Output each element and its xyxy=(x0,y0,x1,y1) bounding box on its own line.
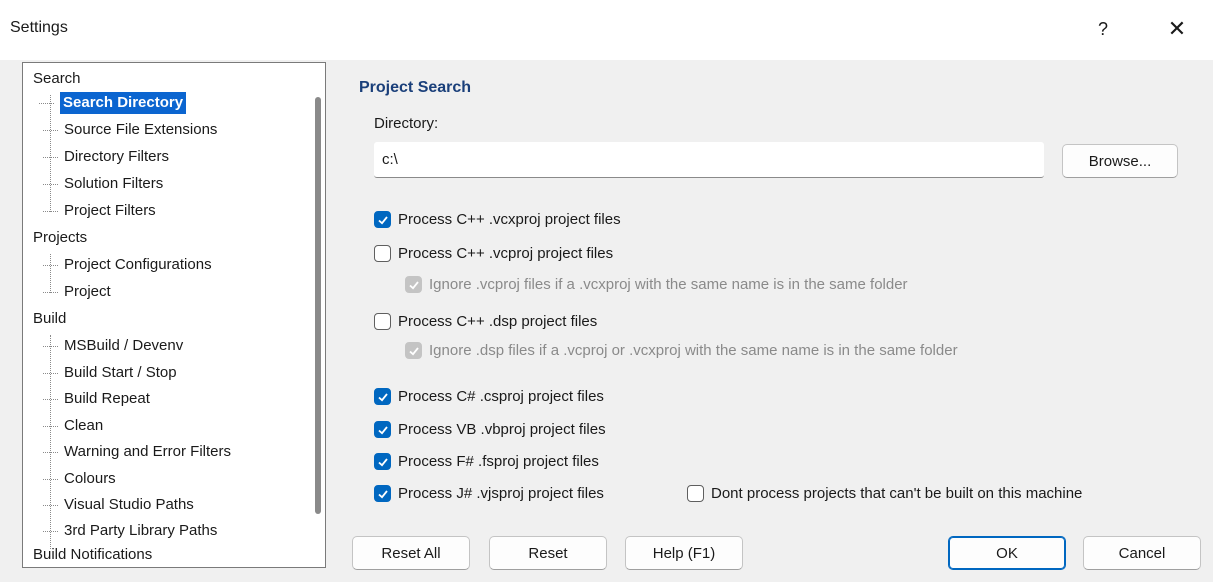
checkbox-checked[interactable] xyxy=(374,421,391,438)
option-ignore-dsp: Ignore .dsp files if a .vcproj or .vcxpr… xyxy=(405,342,958,359)
section-title: Project Search xyxy=(359,79,472,96)
checkbox-checked[interactable] xyxy=(374,453,391,470)
directory-label: Directory: xyxy=(374,115,439,132)
settings-dialog: Settings ? ✕ Search Search Directory Sou… xyxy=(0,0,1213,582)
tree-guide-line xyxy=(50,95,51,212)
option-vcproj[interactable]: Process C++ .vcproj project files xyxy=(374,245,613,262)
tree-item-warning-error-filters[interactable]: Warning and Error Filters xyxy=(43,441,231,463)
option-vbproj[interactable]: Process VB .vbproj project files xyxy=(374,421,606,438)
option-vjsproj[interactable]: Process J# .vjsproj project files xyxy=(374,485,604,502)
tree-item-clean[interactable]: Clean xyxy=(43,415,103,437)
checkbox-checked[interactable] xyxy=(374,485,391,502)
checkbox-unchecked[interactable] xyxy=(687,485,704,502)
option-dsp[interactable]: Process C++ .dsp project files xyxy=(374,313,597,330)
checkbox-checked[interactable] xyxy=(374,388,391,405)
tree-item-msbuild-devenv[interactable]: MSBuild / Devenv xyxy=(43,335,183,357)
directory-input[interactable] xyxy=(374,142,1044,178)
tree-item-project-filters[interactable]: Project Filters xyxy=(43,200,156,222)
tree-item-build-start-stop[interactable]: Build Start / Stop xyxy=(43,362,177,384)
scrollbar-thumb[interactable] xyxy=(315,97,321,514)
option-csproj[interactable]: Process C# .csproj project files xyxy=(374,388,604,405)
checkbox-checked[interactable] xyxy=(374,211,391,228)
checkbox-unchecked[interactable] xyxy=(374,245,391,262)
help-icon-button[interactable]: ? xyxy=(1080,12,1126,46)
reset-all-button[interactable]: Reset All xyxy=(352,536,470,570)
title-bar: Settings ? ✕ xyxy=(0,0,1213,60)
tree-item-third-party-library-paths[interactable]: 3rd Party Library Paths xyxy=(43,520,217,542)
tree-item-visual-studio-paths[interactable]: Visual Studio Paths xyxy=(43,494,194,516)
checkbox-unchecked[interactable] xyxy=(374,313,391,330)
tree-guide-line xyxy=(50,335,51,549)
tree-item-build-repeat[interactable]: Build Repeat xyxy=(43,388,150,410)
window-title: Settings xyxy=(10,19,68,36)
settings-tree[interactable]: Search Search Directory Source File Exte… xyxy=(22,62,326,568)
option-dont-process-unbuildable[interactable]: Dont process projects that can't be buil… xyxy=(687,485,1082,502)
tree-item-directory-filters[interactable]: Directory Filters xyxy=(43,146,169,168)
tree-scrollbar[interactable] xyxy=(309,63,325,567)
browse-button[interactable]: Browse... xyxy=(1062,144,1178,178)
help-button[interactable]: Help (F1) xyxy=(625,536,743,570)
tree-item-build[interactable]: Build xyxy=(33,308,66,330)
option-fsproj[interactable]: Process F# .fsproj project files xyxy=(374,453,599,470)
checkbox-disabled-checked xyxy=(405,342,422,359)
option-vcxproj[interactable]: Process C++ .vcxproj project files xyxy=(374,211,621,228)
tree-item-search-directory[interactable]: Search Directory xyxy=(39,92,187,114)
tree-item-build-notifications[interactable]: Build Notifications xyxy=(33,544,152,566)
cancel-button[interactable]: Cancel xyxy=(1083,536,1201,570)
close-icon-button[interactable]: ✕ xyxy=(1154,12,1200,46)
tree-item-projects[interactable]: Projects xyxy=(33,227,87,249)
tree-item-colours[interactable]: Colours xyxy=(43,468,116,490)
tree-item-search[interactable]: Search xyxy=(33,68,81,90)
tree-item-source-file-extensions[interactable]: Source File Extensions xyxy=(43,119,217,141)
tree-item-project[interactable]: Project xyxy=(43,281,111,303)
reset-button[interactable]: Reset xyxy=(489,536,607,570)
tree-item-solution-filters[interactable]: Solution Filters xyxy=(43,173,163,195)
checkbox-disabled-checked xyxy=(405,276,422,293)
ok-button[interactable]: OK xyxy=(948,536,1066,570)
option-ignore-vcproj: Ignore .vcproj files if a .vcxproj with … xyxy=(405,276,908,293)
tree-guide-line xyxy=(50,254,51,293)
tree-item-project-configurations[interactable]: Project Configurations xyxy=(43,254,212,276)
